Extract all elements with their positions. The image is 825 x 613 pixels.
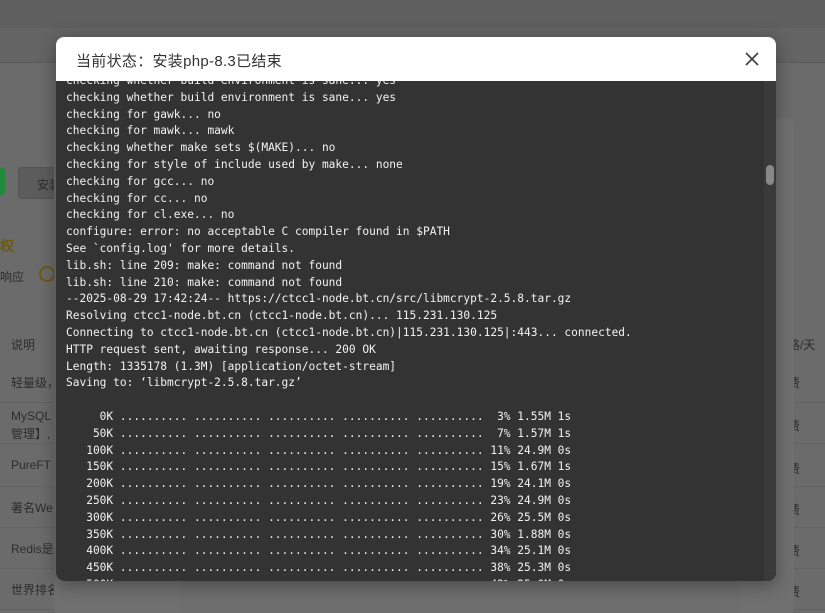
log-content: checking whether build environment is sa… — [66, 81, 756, 581]
log-line: 50K .......... .......... .......... ...… — [66, 426, 572, 440]
dialog-title: 当前状态：安装php-8.3已结束 — [76, 53, 282, 70]
log-line: checking whether make sets $(MAKE)... no — [66, 141, 336, 155]
log-line: checking for mawk... mawk — [66, 124, 235, 138]
log-line: lib.sh: line 209: make: command not foun… — [66, 258, 343, 272]
log-line: 500K .......... .......... .......... ..… — [66, 577, 756, 581]
log-scrollbar-thumb[interactable] — [766, 165, 774, 185]
log-line: 400K .......... .......... .......... ..… — [66, 544, 572, 558]
log-line: 300K .......... .......... .......... ..… — [66, 510, 572, 524]
log-line: Resolving ctcc1-node.bt.cn (ctcc1-node.b… — [66, 309, 498, 323]
log-line: See `config.log' for more details. — [66, 241, 296, 255]
log-line: 350K .......... .......... .......... ..… — [66, 527, 572, 541]
install-log-terminal[interactable]: checking whether build environment is sa… — [56, 81, 776, 581]
log-line: configure: error: no acceptable C compil… — [66, 225, 450, 239]
log-line: checking for gcc... no — [66, 174, 215, 188]
log-line: checking for cl.exe... no — [66, 208, 235, 222]
background-green-marker — [0, 167, 5, 195]
log-line: checking for cc... no — [66, 191, 208, 205]
log-line: HTTP request sent, awaiting response... … — [66, 342, 376, 356]
log-line: 150K .......... .......... .......... ..… — [66, 460, 572, 474]
log-line: Connecting to ctcc1-node.bt.cn (ctcc1-no… — [66, 325, 632, 339]
dialog-header: 当前状态：安装php-8.3已结束 — [56, 37, 776, 81]
log-line: 250K .......... .......... .......... ..… — [66, 493, 572, 507]
log-line: lib.sh: line 210: make: command not foun… — [66, 275, 343, 289]
log-line: checking for style of include used by ma… — [66, 157, 403, 171]
log-line: --2025-08-29 17:42:24-- https://ctcc1-no… — [66, 292, 572, 306]
log-scrollbar[interactable] — [764, 81, 776, 581]
background-section-title: 权 — [0, 238, 14, 254]
log-line: checking for gawk... no — [66, 107, 221, 121]
log-line: 100K .......... .......... .......... ..… — [66, 443, 572, 457]
log-line: 200K .......... .......... .......... ..… — [66, 477, 572, 491]
close-icon[interactable] — [742, 49, 762, 69]
log-line: checking whether build environment is sa… — [66, 90, 397, 104]
background-col-desc: 说明 — [11, 338, 36, 352]
log-line: Saving to: ‘libmcrypt-2.5.8.tar.gz’ — [66, 376, 302, 390]
log-line: 0K .......... .......... .......... ....… — [66, 409, 572, 423]
install-status-dialog: 当前状态：安装php-8.3已结束 checking whether build… — [56, 37, 776, 581]
background-section-sub: 响应 — [0, 270, 25, 284]
background-info-icon — [39, 266, 55, 282]
log-line: checking whether build environment is sa… — [66, 81, 756, 90]
log-line: Length: 1335178 (1.3M) [application/octe… — [66, 359, 397, 373]
log-line: 450K .......... .......... .......... ..… — [66, 561, 572, 575]
background-topbar — [0, 0, 825, 28]
